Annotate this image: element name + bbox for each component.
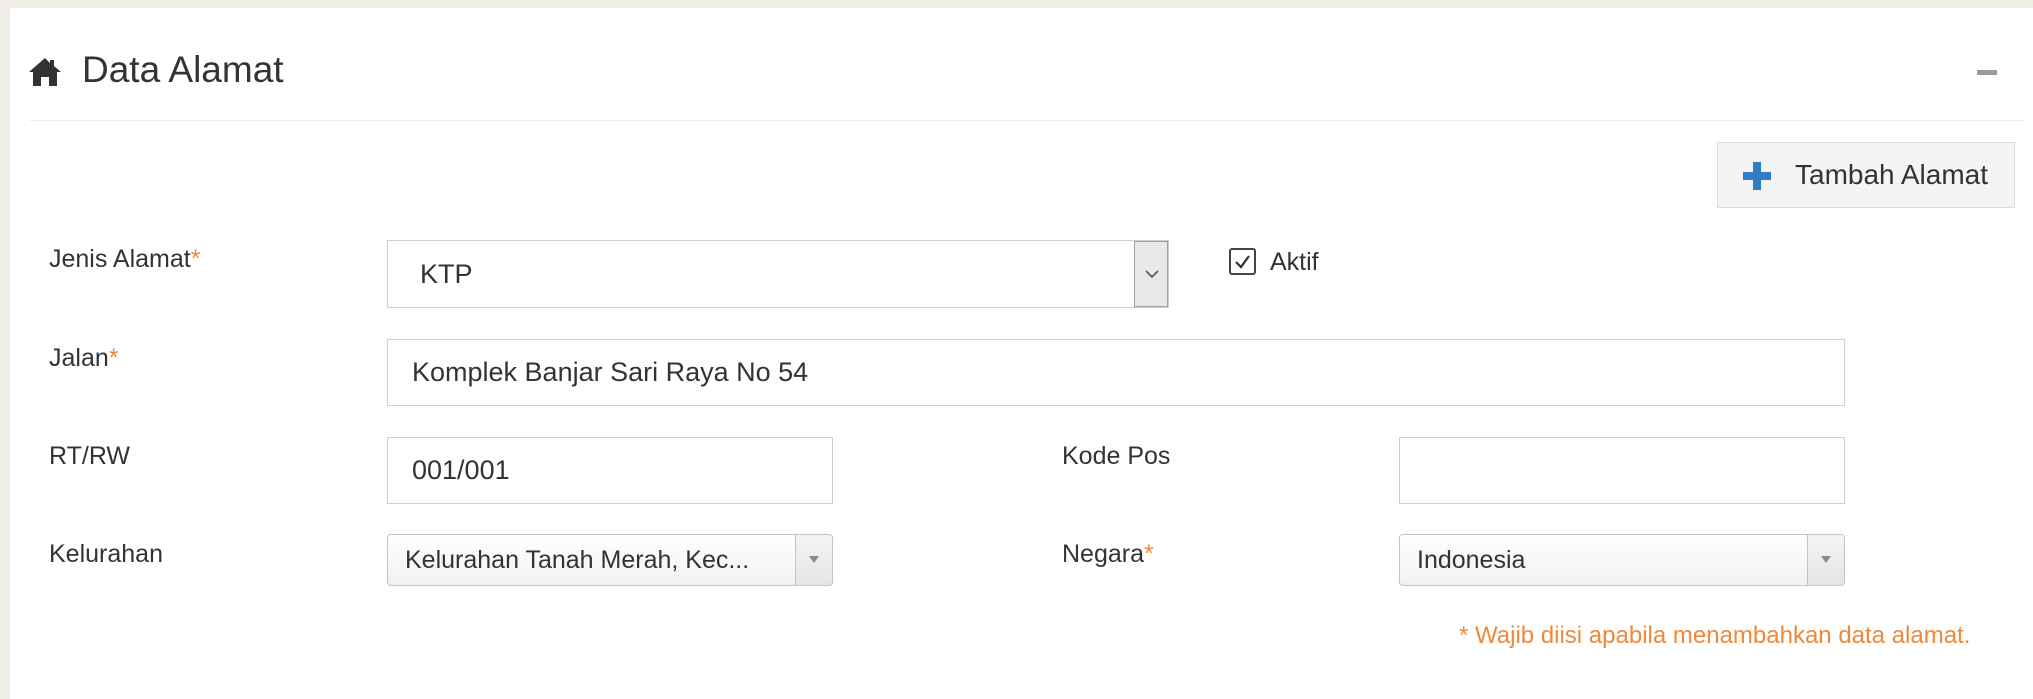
kode-pos-input[interactable] xyxy=(1399,437,1845,504)
negara-label-text: Negara xyxy=(1062,540,1144,568)
chevron-down-icon[interactable] xyxy=(1134,241,1168,307)
jenis-alamat-select[interactable]: KTP xyxy=(387,240,1169,308)
collapse-button[interactable] xyxy=(1975,60,1999,84)
kelurahan-value: Kelurahan Tanah Merah, Kec... xyxy=(405,546,750,574)
home-icon xyxy=(28,57,62,87)
kelurahan-label: Kelurahan xyxy=(49,540,163,568)
jalan-input[interactable] xyxy=(387,339,1845,406)
add-address-button[interactable]: Tambah Alamat xyxy=(1717,142,2015,208)
required-mark: * xyxy=(1144,540,1154,568)
required-mark: * xyxy=(108,344,119,372)
add-address-label: Tambah Alamat xyxy=(1795,159,1988,190)
jalan-label-text: Jalan xyxy=(49,344,109,372)
required-footnote: * Wajib diisi apabila menambahkan data a… xyxy=(1459,622,1971,649)
dropdown-arrow-icon[interactable] xyxy=(795,535,832,585)
negara-value: Indonesia xyxy=(1417,546,1526,574)
jenis-alamat-label: Jenis Alamat* xyxy=(49,244,200,274)
negara-select[interactable]: Indonesia xyxy=(1399,534,1845,586)
dropdown-arrow-icon[interactable] xyxy=(1807,535,1844,585)
jenis-alamat-value: KTP xyxy=(420,259,473,289)
rt-rw-input[interactable] xyxy=(387,437,833,504)
negara-label: Negara* xyxy=(1062,539,1154,569)
kelurahan-select[interactable]: Kelurahan Tanah Merah, Kec... xyxy=(387,534,833,586)
checkbox-check-icon[interactable] xyxy=(1229,248,1256,275)
required-mark: * xyxy=(190,245,201,273)
aktif-checkbox[interactable]: Aktif xyxy=(1229,248,1329,280)
panel-title: Data Alamat xyxy=(82,49,284,90)
plus-icon xyxy=(1743,162,1771,190)
jalan-label: Jalan* xyxy=(49,343,119,373)
aktif-label: Aktif xyxy=(1270,248,1319,276)
kode-pos-label: Kode Pos xyxy=(1062,442,1171,470)
rt-rw-label: RT/RW xyxy=(49,442,131,470)
minus-icon xyxy=(1977,70,1997,75)
panel-header xyxy=(30,8,2025,121)
jenis-alamat-label-text: Jenis Alamat xyxy=(49,245,191,273)
